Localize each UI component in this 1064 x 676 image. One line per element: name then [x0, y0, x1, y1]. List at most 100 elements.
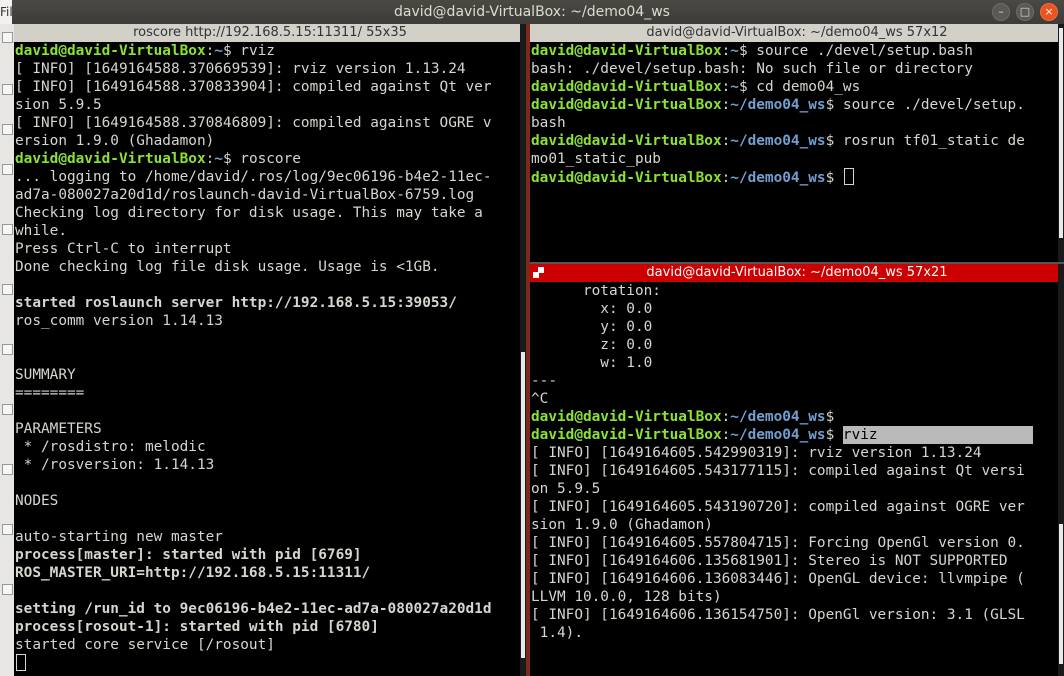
- scrollbar[interactable]: [1058, 24, 1064, 264]
- pane-title[interactable]: david@david-VirtualBox: ~/demo04_ws 57x1…: [530, 24, 1064, 42]
- terminal-text: ~/demo04_ws: [730, 97, 826, 113]
- terminal-text: david@david-VirtualBox: [531, 427, 722, 443]
- scrollbar[interactable]: [1058, 264, 1064, 676]
- terminal-text: :: [721, 409, 731, 425]
- terminal-text: :: [721, 133, 731, 149]
- terminal-text: y: 0.0: [531, 319, 653, 335]
- toolbar-icon: [2, 124, 13, 135]
- terminal-line: david@david-VirtualBox:~$ roscore: [15, 150, 526, 168]
- close-button[interactable]: ×: [1040, 3, 1058, 21]
- terminal-line: david@david-VirtualBox:~$ source ./devel…: [531, 42, 1064, 60]
- terminal-line: ersion 1.9.0 (Ghadamon): [15, 132, 526, 150]
- terminal-line: process[master]: started with pid [6769]: [15, 546, 526, 564]
- terminal-line: sion 1.9.0 (Ghadamon): [531, 516, 1064, 534]
- terminal-line: ROS_MASTER_URI=http://192.168.5.15:11311…: [15, 564, 526, 582]
- terminal-text: ~: [730, 43, 739, 59]
- terminal-line: david@david-VirtualBox:~/demo04_ws$: [531, 168, 1064, 186]
- terminal-line: david@david-VirtualBox:~/demo04_ws$ rosr…: [531, 132, 1064, 150]
- terminal-text: ---: [531, 373, 557, 389]
- terminal-text: david@david-VirtualBox: [531, 170, 722, 186]
- toolbar-icon: [2, 584, 13, 595]
- terminal-text: z: 0.0: [531, 337, 653, 353]
- terminal-text: $ source ./devel/setup.: [825, 97, 1025, 113]
- terminal-text: david@david-VirtualBox: [531, 133, 722, 149]
- terminal-text: sion 5.9.5: [15, 97, 102, 113]
- terminal-text: [ INFO] [1649164588.370846809]: compiled…: [15, 115, 492, 131]
- terminal-line: Checking log directory for disk usage. T…: [15, 204, 526, 222]
- terminal-text: ros_comm version 1.14.13: [15, 313, 223, 329]
- terminal-line: [ INFO] [1649164588.370669539]: rviz ver…: [15, 60, 526, 78]
- terminal-text: x: 0.0: [531, 301, 653, 317]
- terminal-line: mo01_static_pub: [531, 150, 1064, 168]
- maximize-button[interactable]: □: [1016, 3, 1034, 21]
- terminal-output[interactable]: david@david-VirtualBox:~$ rviz[ INFO] [1…: [14, 42, 526, 672]
- terminal-text: :: [721, 427, 731, 443]
- terminal-pane-left[interactable]: roscore http://192.168.5.15:11311/ 55x35…: [14, 24, 526, 676]
- terminal-text: ROS_MASTER_URI=http://192.168.5.15:11311…: [15, 565, 371, 581]
- toolbar-icon: [2, 84, 13, 95]
- terminal-text: w: 1.0: [531, 355, 653, 371]
- terminal-text: mo01_static_pub: [531, 151, 661, 167]
- terminal-text: david@david-VirtualBox: [15, 43, 206, 59]
- scrollbar-thumb[interactable]: [521, 352, 525, 658]
- terminal-text: [ INFO] [1649164605.543190720]: compiled…: [531, 499, 1025, 515]
- terminal-text: :: [205, 151, 215, 167]
- terminal-text: [ INFO] [1649164588.370833904]: compiled…: [15, 79, 492, 95]
- terminal-pane-bottom-right[interactable]: david@david-VirtualBox: ~/demo04_ws 57x2…: [530, 264, 1064, 676]
- scrollbar-thumb[interactable]: [1059, 524, 1063, 664]
- terminal-text: auto-starting new master: [15, 529, 223, 545]
- terminal-text: bash: ./devel/setup.bash: No such file o…: [531, 61, 973, 77]
- terminal-text: ~: [214, 151, 223, 167]
- scrollbar-thumb[interactable]: [1059, 28, 1063, 238]
- terminal-line: started core service [/rosout]: [15, 636, 526, 654]
- terminal-line: ... logging to /home/david/.ros/log/9ec0…: [15, 168, 526, 186]
- toolbar-icon: [2, 524, 13, 535]
- terminal-text: process[master]: started with pid [6769]: [15, 547, 362, 563]
- terminal-line: [ INFO] [1649164588.370833904]: compiled…: [15, 78, 526, 96]
- terminal-text: ad7a-080027a20d1d/roslaunch-david-Virtua…: [15, 187, 475, 203]
- terminal-text: david@david-VirtualBox: [531, 43, 722, 59]
- terminal-output[interactable]: rotation: x: 0.0 y: 0.0 z: 0.0 w: 1.0 ---…: [530, 282, 1064, 642]
- terminal-line: rotation:: [531, 282, 1064, 300]
- terminal-line: david@david-VirtualBox:~/demo04_ws$: [531, 408, 1064, 426]
- terminal-text: * /rosdistro: melodic: [15, 439, 206, 455]
- terminal-line: david@david-VirtualBox:~$ rviz: [15, 42, 526, 60]
- pane-title[interactable]: roscore http://192.168.5.15:11311/ 55x35: [14, 24, 526, 42]
- terminal-text: sion 1.9.0 (Ghadamon): [531, 517, 713, 533]
- terminal-text: $ cd demo04_ws: [738, 79, 861, 95]
- minimize-button[interactable]: –: [992, 3, 1010, 21]
- terminal-text: 1.4).: [531, 625, 583, 641]
- terminal-text: process[rosout-1]: started with pid [678…: [15, 619, 379, 635]
- terminal-text: :: [721, 170, 731, 186]
- terminal-line: y: 0.0: [531, 318, 1064, 336]
- terminal-line: [ INFO] [1649164605.542990319]: rviz ver…: [531, 444, 1064, 462]
- toolbar-icon: [2, 464, 13, 475]
- terminal-line: [15, 654, 526, 672]
- terminal-text: PARAMETERS: [15, 421, 102, 437]
- terminal-output[interactable]: david@david-VirtualBox: ~ $ source ./devel…: [530, 42, 1064, 186]
- window-title: david@david-VirtualBox: ~/demo04_ws: [394, 4, 670, 20]
- pane-title-active[interactable]: david@david-VirtualBox: ~/demo04_ws 57x2…: [530, 264, 1064, 282]
- terminal-pane-top-right[interactable]: david@david-VirtualBox: ~/demo04_ws 57x1…: [530, 24, 1064, 264]
- terminal-text: rotation:: [531, 283, 661, 299]
- terminal-text: ... logging to /home/david/.ros/log/9ec0…: [15, 169, 492, 185]
- terminal-line: on 5.9.5: [531, 480, 1064, 498]
- terminal-text: [ INFO] [1649164605.557804715]: Forcing …: [531, 535, 1025, 551]
- terminal-line: SUMMARY: [15, 366, 526, 384]
- terminal-line: ros_comm version 1.14.13: [15, 312, 526, 330]
- terminal-line: [ INFO] [1649164588.370846809]: compiled…: [15, 114, 526, 132]
- terminal-text: * /rosversion: 1.14.13: [15, 457, 215, 473]
- terminal-text: Press Ctrl-C to interrupt: [15, 241, 232, 257]
- terminal-line: david@david-VirtualBox:~/demo04_ws$ rviz: [531, 426, 1064, 444]
- terminal-text: $: [825, 427, 843, 443]
- terminal-line: [ INFO] [1649164606.136083446]: OpenGL d…: [531, 570, 1064, 588]
- terminal-text: [ INFO] [1649164588.370669539]: rviz ver…: [15, 61, 466, 77]
- terminal-line: ad7a-080027a20d1d/roslaunch-david-Virtua…: [15, 186, 526, 204]
- terminal-line: Press Ctrl-C to interrupt: [15, 240, 526, 258]
- terminal-line: ^C: [531, 390, 1064, 408]
- terminal-line: while.: [15, 222, 526, 240]
- terminal-text: david@david-VirtualBox: [15, 151, 206, 167]
